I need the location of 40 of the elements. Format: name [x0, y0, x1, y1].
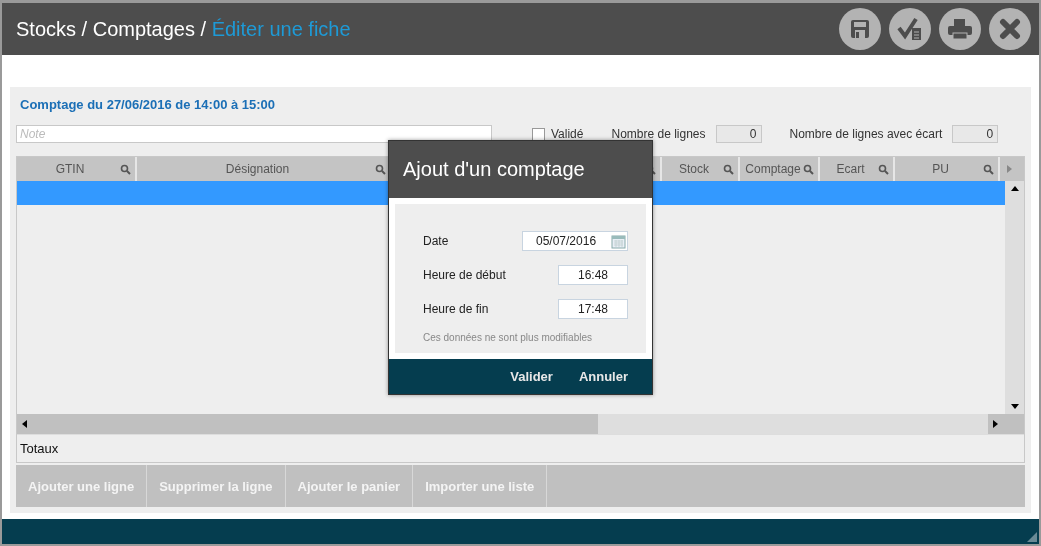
field-label: Date — [423, 234, 449, 248]
dialog-title: Ajout d'un comptage — [389, 141, 652, 198]
horizontal-scrollbar[interactable] — [17, 414, 1024, 434]
check-document-icon — [897, 17, 923, 41]
line-count-label: Nombre de lignes — [611, 127, 706, 141]
dialog-button[interactable]: Valider — [502, 359, 561, 394]
save-button[interactable] — [839, 8, 881, 50]
column-header[interactable]: GTIN — [55, 162, 85, 176]
printer-icon — [947, 18, 973, 40]
arrow-up-icon[interactable] — [1010, 186, 1019, 191]
column-header[interactable]: Ecart — [836, 162, 865, 176]
gap-count-field: 0 — [952, 125, 999, 143]
arrow-right-icon[interactable] — [993, 420, 998, 428]
counting-title: Comptage du 27/06/2016 de 14:00 à 15:00 — [20, 97, 277, 112]
gap-count-label: Nombre de lignes avec écart — [789, 127, 943, 141]
note-field[interactable]: Note — [16, 125, 492, 143]
validated-label: Validé — [551, 127, 584, 141]
close-icon — [999, 18, 1021, 40]
arrow-down-icon[interactable] — [1010, 404, 1019, 409]
time-field[interactable]: 16:48 — [558, 265, 628, 285]
dialog-button[interactable]: Annuler — [570, 359, 636, 394]
validate-button[interactable] — [889, 8, 931, 50]
resize-grip-icon[interactable] — [1027, 532, 1037, 542]
column-header[interactable]: Stock — [679, 162, 709, 176]
close-button[interactable] — [989, 8, 1031, 50]
date-field[interactable]: 05/07/2016 — [522, 231, 628, 251]
column-header[interactable]: PU — [932, 162, 949, 176]
line-count-field: 0 — [715, 125, 762, 143]
field-label: Heure de début — [423, 268, 506, 282]
breadcrumb: Stocks / Comptages / Éditer une fiche — [16, 17, 351, 41]
info-note: Ces données ne sont plus modifiables — [423, 332, 593, 343]
validated-checkbox[interactable] — [532, 127, 545, 141]
field-label: Heure de fin — [423, 302, 489, 316]
time-field[interactable]: 17:48 — [558, 299, 628, 319]
arrow-left-icon[interactable] — [22, 420, 27, 428]
vertical-scrollbar[interactable] — [1005, 181, 1024, 414]
totals-label: Totaux — [20, 441, 59, 456]
column-header[interactable]: Désignation — [225, 162, 290, 176]
print-button[interactable] — [939, 8, 981, 50]
column-header[interactable]: Comptage — [745, 162, 801, 176]
